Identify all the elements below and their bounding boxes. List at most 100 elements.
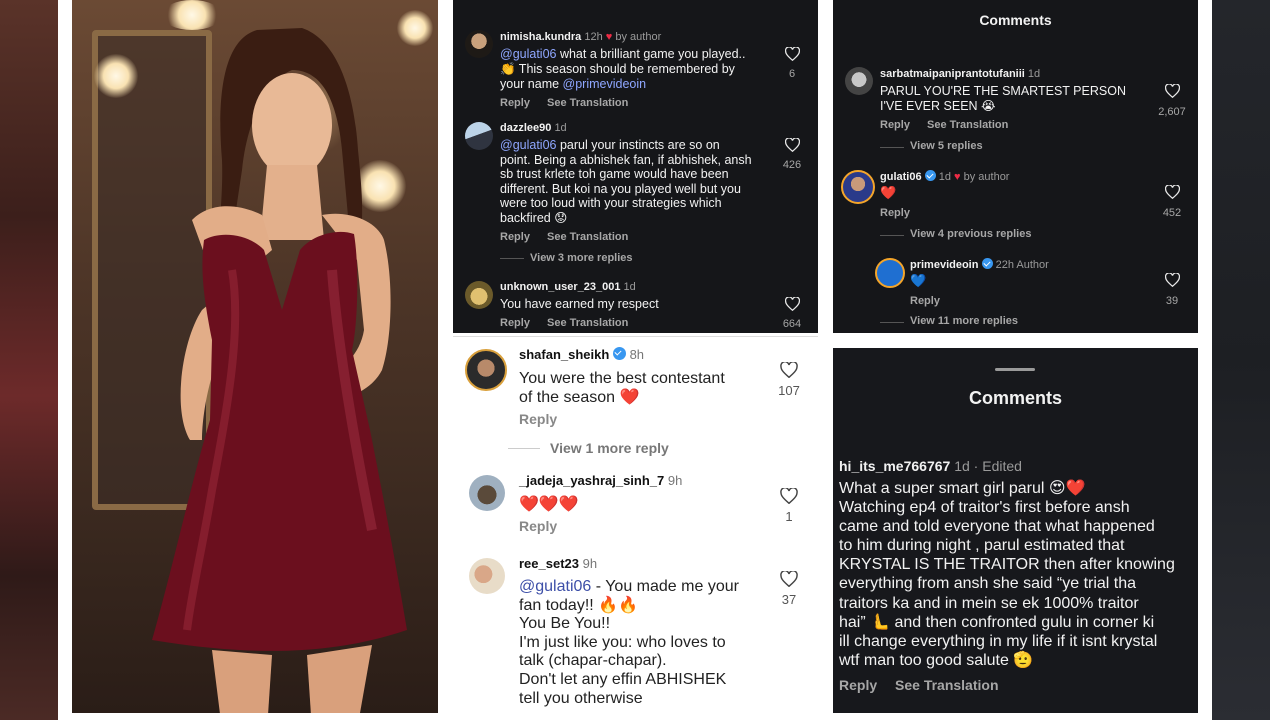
avatar[interactable] — [469, 475, 505, 511]
comment-header: hi_its_me766767 1d · Edited — [839, 458, 1022, 474]
reply-button[interactable]: Reply — [910, 295, 940, 307]
replies-divider — [500, 258, 524, 259]
heart-outline-icon[interactable] — [780, 571, 798, 587]
reply-button[interactable]: Reply — [519, 518, 557, 534]
comment-text: @gulati06 parul your instincts are so on… — [500, 138, 752, 225]
by-author-label: by author — [963, 171, 1010, 183]
avatar[interactable] — [465, 30, 493, 58]
comment-text: @gulati06 what a brilliant game you play… — [500, 47, 746, 91]
reply-button[interactable]: Reply — [500, 317, 530, 329]
like-count: 39 — [1165, 295, 1179, 307]
panel-header: Comments — [968, 388, 1062, 408]
comment-text: @gulati06 - You made me your fan today!!… — [519, 578, 739, 707]
comment-text: You have earned my respect — [500, 297, 659, 311]
left-blurred-background — [0, 0, 58, 720]
username[interactable]: unknown_user_23_001 — [500, 281, 620, 293]
comment-header: nimisha.kundra 12h ♥ by author — [500, 31, 661, 43]
edited-label: Edited — [982, 458, 1022, 474]
timestamp: 9h — [582, 556, 598, 571]
timestamp: 1d — [1027, 68, 1041, 80]
view-previous-replies-button[interactable]: View 4 previous replies — [910, 228, 1031, 240]
comment-header: gulati06 1d ♥ by author — [880, 170, 1009, 183]
like-count: 107 — [778, 383, 800, 398]
username[interactable]: dazzlee90 — [500, 122, 551, 134]
comment-header: shafan_sheikh 8h — [519, 347, 644, 362]
panel-header: Comments — [979, 12, 1052, 28]
heart-outline-icon[interactable] — [1165, 84, 1180, 98]
drag-handle[interactable] — [995, 368, 1035, 371]
like-count: 1 — [785, 509, 793, 524]
avatar[interactable] — [469, 558, 505, 594]
see-translation-button[interactable]: See Translation — [895, 677, 998, 693]
reply-button[interactable]: Reply — [500, 97, 530, 109]
like-count: 452 — [1162, 207, 1182, 219]
comment-actions: Reply — [880, 207, 924, 219]
mention-link[interactable]: @primevideoin — [563, 77, 647, 91]
see-translation-button[interactable]: See Translation — [927, 119, 1008, 131]
avatar[interactable] — [465, 122, 493, 150]
comment-text: What a super smart girl parul 😍❤️ Watchi… — [839, 480, 1175, 669]
avatar-with-story-ring[interactable] — [841, 170, 875, 204]
heart-outline-icon[interactable] — [1165, 273, 1180, 287]
mention-link[interactable]: @gulati06 — [500, 138, 556, 152]
red-heart-icon: ♥ — [605, 31, 613, 43]
heart-outline-icon[interactable] — [1165, 185, 1180, 199]
comment-header: primevideoin 22h Author — [910, 258, 1049, 271]
heart-outline-icon[interactable] — [785, 47, 800, 61]
timestamp: 8h — [629, 347, 645, 362]
reply-button[interactable]: Reply — [880, 119, 910, 131]
reply-button[interactable]: Reply — [880, 207, 910, 219]
verified-badge-icon — [981, 258, 993, 269]
username[interactable]: _jadeja_yashraj_sinh_7 — [519, 473, 664, 488]
comment-header: dazzlee90 1d — [500, 122, 567, 134]
see-translation-button[interactable]: See Translation — [547, 317, 628, 329]
username[interactable]: shafan_sheikh — [519, 347, 609, 362]
like-count: 6 — [788, 68, 796, 80]
mention-link[interactable]: @gulati06 — [519, 578, 591, 595]
heart-outline-icon[interactable] — [780, 488, 798, 504]
comment-header: sarbatmaipaniprantotufaniii 1d — [880, 68, 1040, 80]
reply-button[interactable]: Reply — [839, 677, 877, 693]
comment-actions: Reply See Translation — [839, 677, 1013, 693]
username[interactable]: nimisha.kundra — [500, 31, 581, 43]
heart-outline-icon[interactable] — [780, 362, 798, 378]
mention-link[interactable]: @gulati06 — [500, 47, 556, 61]
like-count: 37 — [781, 592, 797, 607]
view-replies-button[interactable]: View 5 replies — [910, 140, 983, 152]
see-translation-button[interactable]: See Translation — [547, 231, 628, 243]
comments-panel-top-left: nimisha.kundra 12h ♥ by author @gulati06… — [453, 0, 818, 333]
reply-button[interactable]: Reply — [519, 411, 557, 427]
avatar-with-story-ring[interactable] — [875, 258, 905, 288]
replies-divider — [880, 147, 904, 148]
avatar[interactable] — [845, 67, 873, 95]
avatar-with-story-ring[interactable] — [465, 349, 507, 391]
comment-header: unknown_user_23_001 1d — [500, 281, 636, 293]
like-count: 426 — [782, 159, 802, 171]
timestamp: 22h — [995, 259, 1014, 271]
username[interactable]: ree_set23 — [519, 556, 579, 571]
comments-panel-top-right: Comments sarbatmaipaniprantotufaniii 1d … — [833, 0, 1198, 333]
like-count: 2,607 — [1158, 106, 1186, 118]
comment-actions: Reply See Translation — [880, 119, 1022, 131]
view-more-replies-button[interactable]: View 11 more replies — [910, 315, 1018, 327]
replies-divider — [880, 322, 904, 323]
username[interactable]: sarbatmaipaniprantotufaniii — [880, 68, 1025, 80]
comments-panel-bottom-right: Comments hi_its_me766767 1d · Edited Wha… — [833, 348, 1198, 713]
right-blurred-background — [1212, 0, 1270, 720]
username[interactable]: primevideoin — [910, 259, 978, 271]
heart-outline-icon[interactable] — [785, 297, 800, 311]
reply-button[interactable]: Reply — [500, 231, 530, 243]
see-translation-button[interactable]: See Translation — [547, 97, 628, 109]
avatar[interactable] — [465, 281, 493, 309]
verified-badge-icon — [924, 170, 936, 181]
username[interactable]: hi_its_me766767 — [839, 458, 950, 474]
view-more-replies-button[interactable]: View 1 more reply — [550, 440, 669, 456]
timestamp: 1d — [954, 458, 970, 474]
view-more-replies-button[interactable]: View 3 more replies — [530, 252, 633, 264]
comment-text: ❤️❤️❤️ — [519, 496, 579, 513]
comment-text: PARUL YOU'RE THE SMARTEST PERSON I'VE EV… — [880, 84, 1126, 113]
username[interactable]: gulati06 — [880, 171, 922, 183]
timestamp: 12h — [584, 31, 603, 43]
timestamp: 1d — [554, 122, 567, 134]
heart-outline-icon[interactable] — [785, 138, 800, 152]
